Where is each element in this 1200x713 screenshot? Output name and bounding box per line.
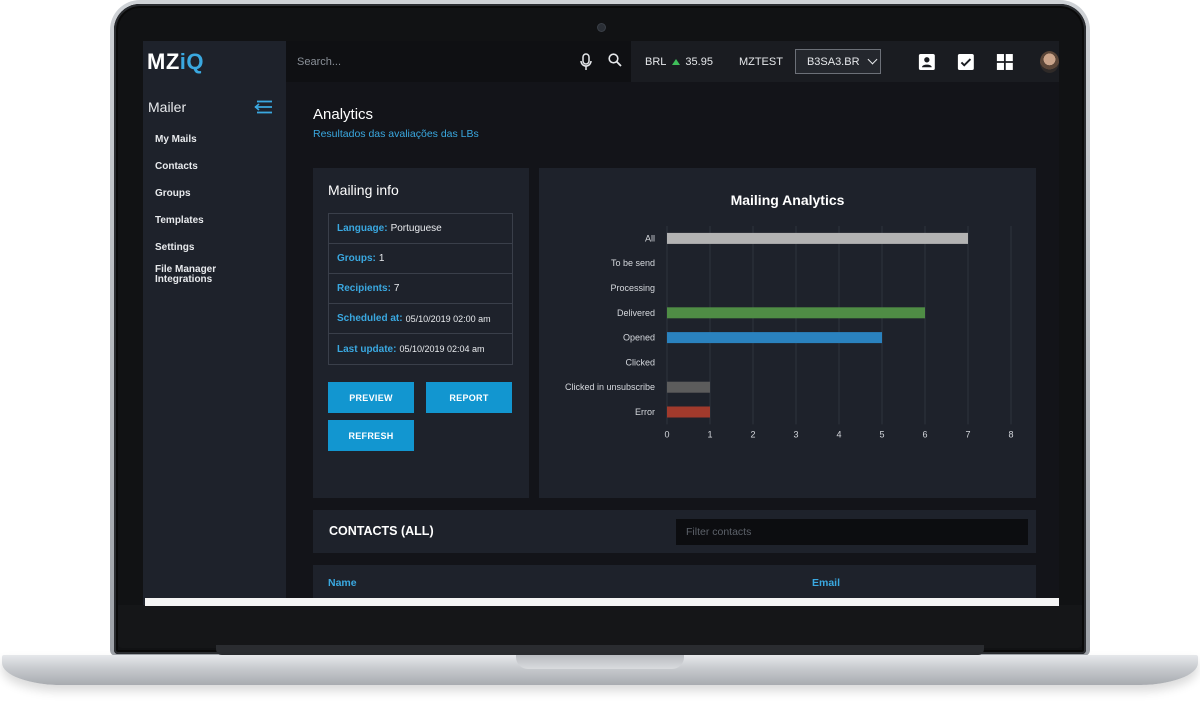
info-value: 05/10/2019 02:04 am	[399, 344, 485, 354]
top-bar: MZiQ BRL 35.95 MZTEST B3SA3.BR	[143, 41, 1059, 82]
info-value: Portuguese	[390, 223, 442, 234]
info-key: Last update:	[337, 343, 397, 355]
x-tick-label: 5	[879, 429, 884, 439]
contacts-header: CONTACTS (ALL)	[313, 510, 1036, 553]
category-label: Processing	[610, 283, 655, 293]
sidebar-item-contacts[interactable]: Contacts	[155, 162, 198, 172]
currency-value: 35.95	[685, 55, 713, 68]
info-row-groups: Groups: 1	[329, 244, 512, 274]
laptop-hinge	[216, 645, 984, 655]
grid-icon[interactable]	[996, 52, 1014, 72]
contact-card-icon[interactable]	[918, 52, 936, 72]
sidebar-item-integrations[interactable]: Integrations	[155, 275, 212, 285]
column-header-email[interactable]: Email	[812, 577, 840, 589]
app-logo[interactable]: MZiQ	[147, 49, 204, 75]
bar	[667, 307, 925, 319]
logo-main: MZ	[147, 48, 180, 74]
sidebar-item-groups[interactable]: Groups	[155, 189, 191, 199]
laptop-base-notch	[516, 655, 684, 669]
search-input[interactable]	[297, 55, 557, 68]
collapse-menu-icon[interactable]	[254, 100, 272, 114]
info-key: Language:	[337, 223, 388, 234]
info-value: 7	[393, 283, 400, 294]
ticker-select-value: B3SA3.BR	[806, 55, 860, 68]
ticker-area: BRL 35.95 MZTEST B3SA3.BR	[631, 41, 1059, 82]
x-tick-label: 1	[707, 429, 712, 439]
ticker-select[interactable]: B3SA3.BR	[794, 49, 882, 74]
x-tick-label: 4	[836, 429, 841, 439]
bar	[667, 232, 968, 244]
category-label: Clicked	[625, 357, 655, 367]
info-value: 1	[378, 253, 385, 264]
mailing-info-panel: Mailing info Language: Portuguese Groups…	[313, 168, 529, 498]
mailing-info-table: Language: Portuguese Groups: 1 Recipient…	[328, 213, 513, 365]
screen-bottom-edge	[145, 598, 1059, 606]
search-icon[interactable]	[608, 53, 622, 67]
info-row-last-update: Last update: 05/10/2019 02:04 am	[329, 334, 512, 364]
x-tick-label: 8	[1008, 429, 1013, 439]
preview-button[interactable]: PREVIEW	[328, 382, 414, 413]
refresh-button[interactable]: REFRESH	[328, 420, 414, 451]
microphone-icon[interactable]	[579, 53, 593, 71]
x-tick-label: 6	[922, 429, 927, 439]
category-label: To be send	[611, 258, 655, 268]
category-label: Error	[635, 407, 655, 417]
category-label: Delivered	[617, 308, 655, 318]
page-title: Analytics	[313, 106, 374, 123]
filter-contacts-input[interactable]	[676, 519, 1028, 545]
category-label: Clicked in unsubscribe	[565, 382, 655, 392]
sidebar: Mailer My Mails Contacts Groups Template…	[143, 82, 286, 605]
info-row-scheduled: Scheduled at: 05/10/2019 02:00 am	[329, 304, 512, 334]
mailing-info-title: Mailing info	[328, 182, 399, 198]
logo-area: MZiQ	[143, 41, 286, 82]
info-value: 05/10/2019 02:00 am	[405, 313, 491, 324]
info-key: Recipients:	[337, 283, 391, 294]
contacts-title: CONTACTS (ALL)	[329, 524, 434, 538]
x-tick-label: 7	[965, 429, 970, 439]
category-label: Opened	[623, 333, 655, 343]
trend-up-icon	[672, 58, 681, 65]
company-name: MZTEST	[738, 55, 783, 68]
checkbox-icon[interactable]	[957, 52, 975, 72]
category-label: All	[645, 233, 655, 243]
search-area	[286, 41, 631, 82]
report-button[interactable]: REPORT	[426, 382, 512, 413]
info-key: Scheduled at:	[337, 313, 403, 324]
laptop-bezel-bottom	[118, 605, 1082, 648]
analytics-chart-panel: Mailing Analytics 0 1 2 3 4 5 6 7 8 All To be send…	[539, 168, 1036, 498]
webcam	[598, 24, 605, 31]
chevron-down-icon	[867, 54, 877, 65]
currency-label: BRL	[645, 55, 667, 68]
x-tick-label: 3	[793, 429, 798, 439]
info-key: Groups:	[337, 253, 376, 264]
sidebar-item-settings[interactable]: Settings	[155, 243, 194, 253]
sidebar-item-templates[interactable]: Templates	[155, 216, 204, 226]
bar	[667, 332, 882, 344]
column-header-name[interactable]: Name	[328, 577, 357, 589]
x-tick-label: 2	[750, 429, 755, 439]
page-subtitle: Resultados das avaliações das LBs	[313, 128, 479, 140]
sidebar-title: Mailer	[148, 99, 187, 115]
bar	[667, 406, 710, 418]
info-row-recipients: Recipients: 7	[329, 274, 512, 304]
info-row-language: Language: Portuguese	[329, 214, 512, 244]
user-avatar[interactable]	[1039, 50, 1059, 73]
bar	[667, 381, 710, 393]
logo-accent: iQ	[179, 48, 204, 74]
sidebar-item-my-mails[interactable]: My Mails	[155, 135, 197, 145]
x-tick-label: 0	[664, 429, 669, 439]
app-screen: MZiQ BRL 35.95 MZTEST B3SA3.BR	[143, 41, 1059, 605]
bar-chart: 0 1 2 3 4 5 6 7 8 All To be send Processing Delivere…	[565, 226, 1014, 439]
